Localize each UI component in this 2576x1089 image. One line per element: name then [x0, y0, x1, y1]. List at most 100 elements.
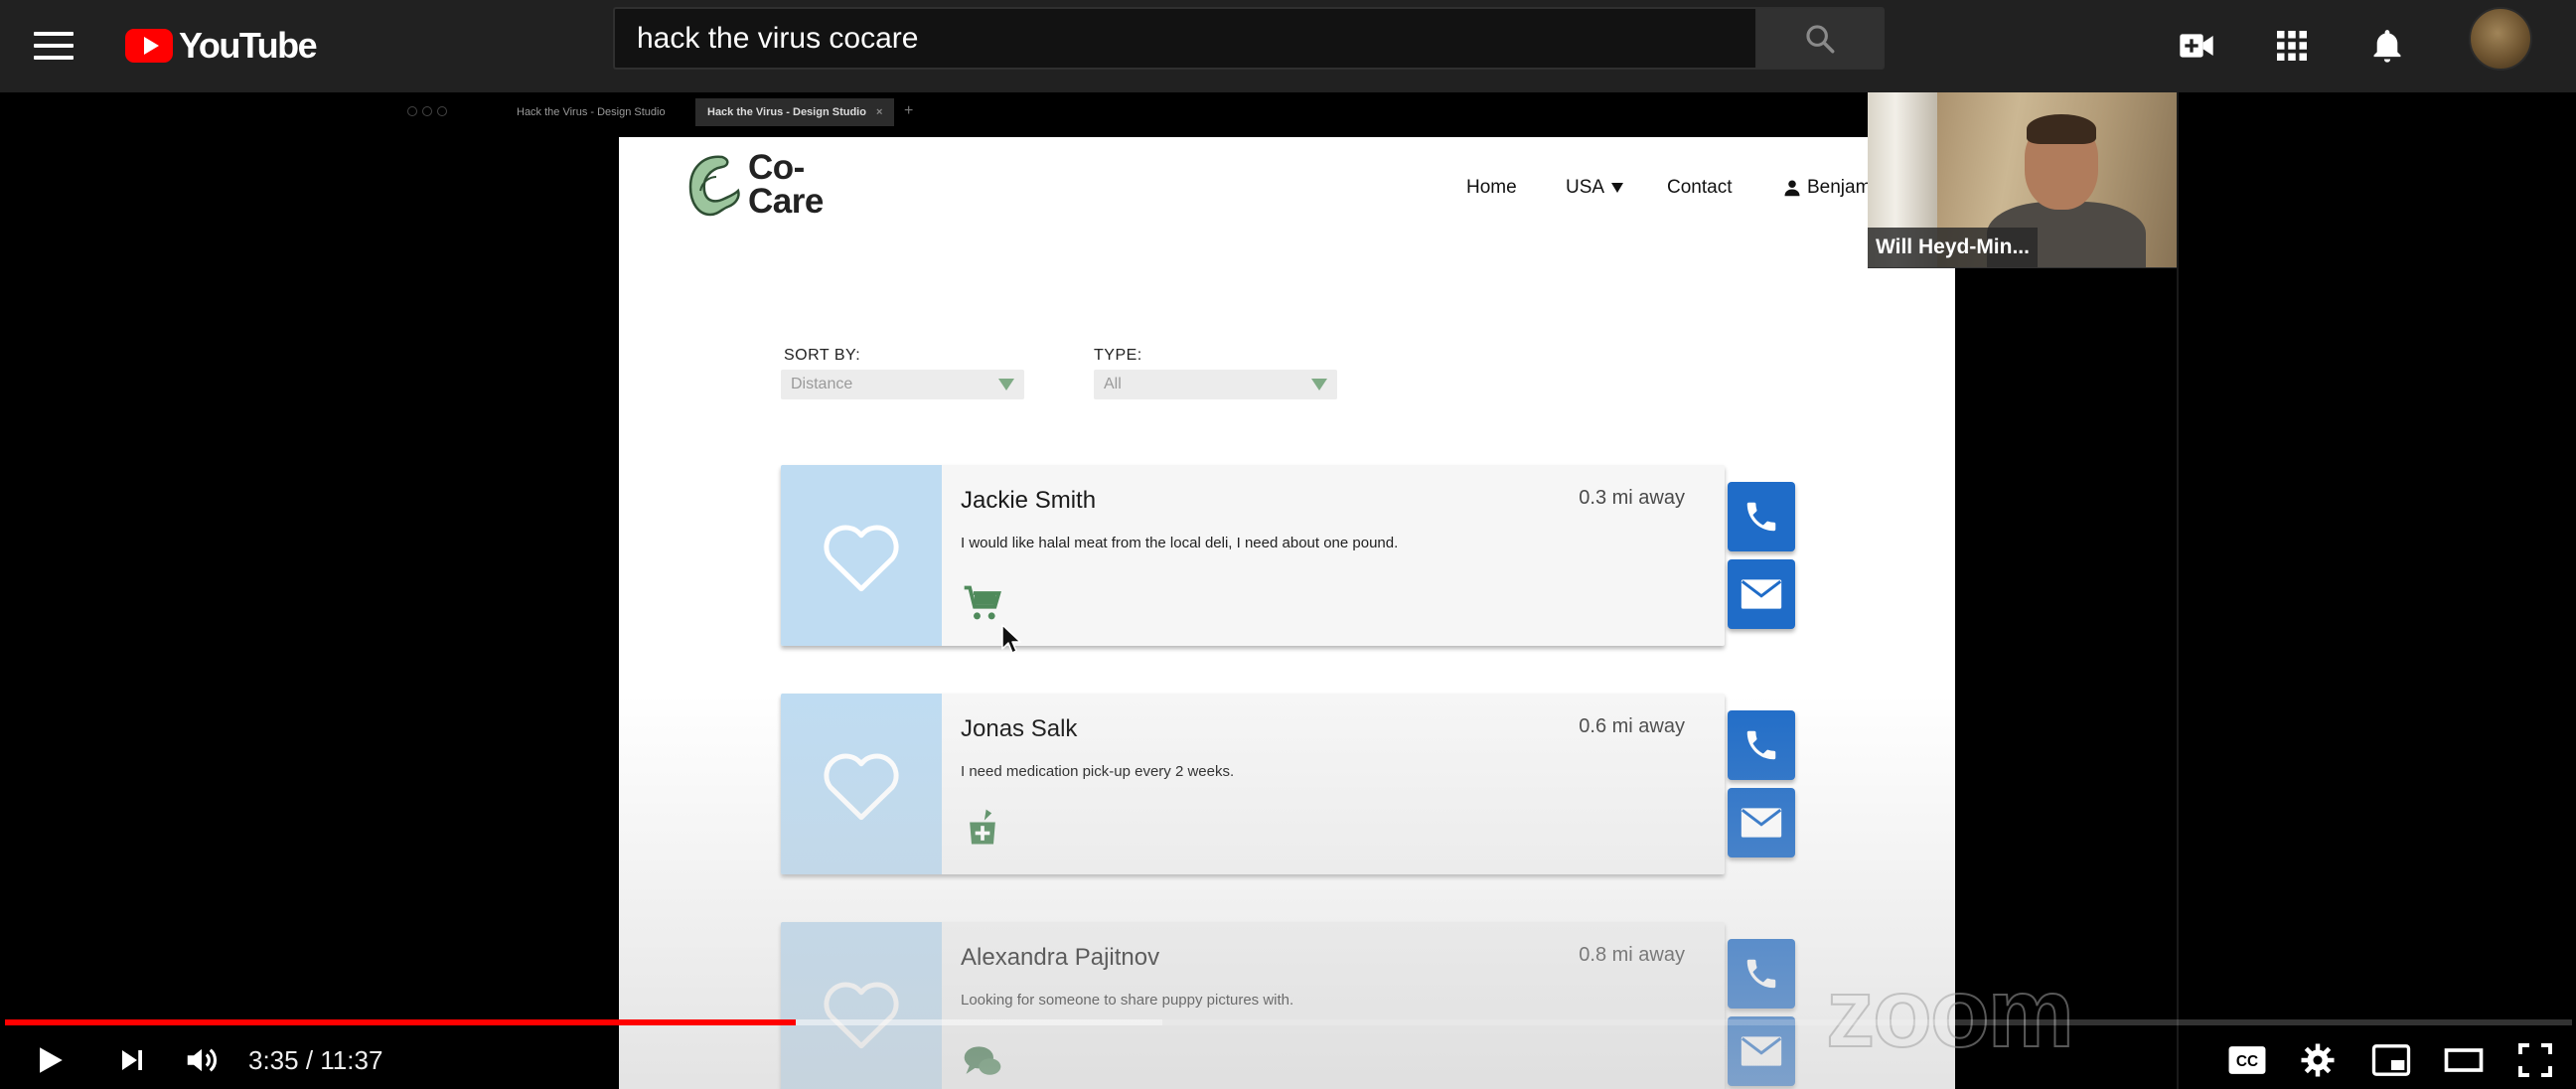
requester-name: Jackie Smith [961, 487, 1097, 514]
request-description: I would like halal meat from the local d… [961, 535, 1399, 551]
nav-user-menu[interactable]: Benjam [1783, 177, 1871, 199]
distance-text: 0.6 mi away [1579, 715, 1685, 737]
settings-button[interactable] [2293, 1035, 2343, 1085]
create-video-button[interactable] [2169, 18, 2224, 74]
requester-name: Jonas Salk [961, 715, 1078, 742]
phone-icon [1746, 502, 1776, 532]
next-icon [122, 1050, 142, 1070]
progress-bar[interactable] [5, 1019, 2572, 1025]
type-caret-icon [1311, 379, 1327, 390]
apps-button[interactable] [2264, 18, 2320, 74]
theater-mode-icon [2444, 1048, 2484, 1072]
nav-user-label: Benjam [1807, 177, 1872, 198]
screen-shared-browser-tabbar: Hack the Virus - Design Studio Hack the … [397, 98, 1888, 126]
mouse-cursor-icon [1001, 624, 1021, 654]
cocare-web-page: Co- Care Home USA Contact Benjam SORT BY… [619, 137, 1955, 1089]
volume-icon [187, 1048, 218, 1072]
gear-icon [2301, 1043, 2335, 1077]
notifications-button[interactable] [2359, 18, 2415, 74]
caret-down-icon [1611, 183, 1624, 193]
nav-home-label: Home [1466, 177, 1517, 198]
play-button[interactable] [25, 1035, 75, 1085]
notifications-icon [2373, 30, 2401, 63]
search-input[interactable]: hack the virus cocare [613, 7, 1755, 70]
requester-name: Alexandra Pajitnov [961, 944, 1160, 971]
phone-icon [1746, 959, 1776, 989]
nav-home-link[interactable]: Home [1466, 177, 1517, 199]
browser-tab-2: Hack the Virus - Design Studio × [695, 98, 895, 126]
current-time: 3:35 [248, 1045, 299, 1075]
envelope-icon [1741, 579, 1782, 609]
request-card: Jonas Salk 0.6 mi away I need medication… [781, 694, 1725, 874]
cocare-logo: Co- Care [684, 149, 824, 221]
captions-icon: CC [2228, 1046, 2266, 1074]
pane-divider [2177, 92, 2179, 1089]
chat-icon [964, 1046, 1001, 1075]
heart-icon [824, 753, 899, 821]
favorite-button[interactable] [781, 694, 942, 874]
window-controls [407, 106, 457, 118]
youtube-logo[interactable]: YouTube [125, 20, 318, 72]
envelope-icon [1741, 808, 1782, 838]
cocare-wordmark-line2: Care [748, 182, 824, 221]
time-display: 3:35 / 11:37 [248, 1045, 382, 1076]
request-description: Looking for someone to share puppy pictu… [961, 992, 1294, 1009]
user-icon [1784, 180, 1800, 197]
svg-text:CC: CC [2236, 1053, 2258, 1070]
youtube-play-logo-icon [125, 29, 173, 63]
time-separator: / [298, 1045, 321, 1075]
nav-country-label: USA [1566, 177, 1605, 198]
next-button[interactable] [107, 1035, 157, 1085]
type-select[interactable]: All [1094, 370, 1337, 399]
type-value: All [1104, 376, 1122, 392]
browser-tab-1: Hack the Virus - Design Studio [505, 98, 678, 126]
call-button[interactable] [1728, 939, 1795, 1009]
favorite-button[interactable] [781, 922, 942, 1089]
cam-person-hair [2027, 114, 2096, 144]
nav-contact-link[interactable]: Contact [1667, 177, 1732, 199]
type-label: TYPE: [1094, 347, 1142, 364]
heart-icon [824, 982, 899, 1049]
menu-icon[interactable] [30, 22, 77, 70]
masthead: YouTube hack the virus cocare [0, 0, 2576, 92]
captions-button[interactable]: CC [2222, 1035, 2272, 1085]
video-player[interactable]: Hack the Virus - Design Studio Hack the … [0, 92, 2576, 1089]
account-avatar[interactable] [2469, 7, 2532, 71]
logo-text: YouTube [179, 25, 318, 66]
cocare-wordmark: Co- Care [748, 148, 824, 221]
shopping-cart-icon [964, 585, 1001, 620]
favorite-button[interactable] [781, 465, 942, 646]
flexed-arm-logo-icon [688, 155, 740, 217]
nav-country-dropdown[interactable]: USA [1566, 177, 1624, 199]
fullscreen-icon [2518, 1043, 2552, 1077]
sort-by-select[interactable]: Distance [781, 370, 1024, 399]
sort-by-value: Distance [791, 376, 853, 392]
call-button[interactable] [1728, 710, 1795, 780]
zoom-participant-video: Will Heyd-Min... [1868, 92, 2178, 268]
create-video-icon [2180, 34, 2213, 58]
sort-by-label: SORT BY: [784, 347, 861, 364]
miniplayer-icon [2371, 1044, 2411, 1076]
theater-mode-button[interactable] [2439, 1035, 2489, 1085]
call-button[interactable] [1728, 482, 1795, 551]
search-button[interactable] [1755, 7, 1885, 70]
email-button[interactable] [1728, 788, 1795, 857]
distance-text: 0.3 mi away [1579, 487, 1685, 509]
cocare-wordmark-line1: Co- [748, 148, 805, 187]
volume-button[interactable] [177, 1035, 227, 1085]
browser-tab-close-icon: × [875, 106, 883, 118]
heart-icon [824, 525, 899, 592]
email-button[interactable] [1728, 559, 1795, 629]
request-card: Jackie Smith 0.3 mi away I would like ha… [781, 465, 1725, 646]
search-icon [1806, 24, 1835, 53]
search-input-value: hack the virus cocare [637, 21, 919, 55]
browser-tab-2-label: Hack the Virus - Design Studio [707, 106, 866, 118]
request-card: Alexandra Pajitnov 0.8 mi away Looking f… [781, 922, 1725, 1089]
browser-tab-1-label: Hack the Virus - Design Studio [517, 106, 666, 118]
fullscreen-button[interactable] [2510, 1035, 2560, 1085]
request-description: I need medication pick-up every 2 weeks. [961, 763, 1235, 780]
new-tab-icon: + [904, 102, 914, 119]
miniplayer-button[interactable] [2366, 1035, 2416, 1085]
progress-played [5, 1019, 796, 1025]
email-button[interactable] [1728, 1016, 1795, 1086]
